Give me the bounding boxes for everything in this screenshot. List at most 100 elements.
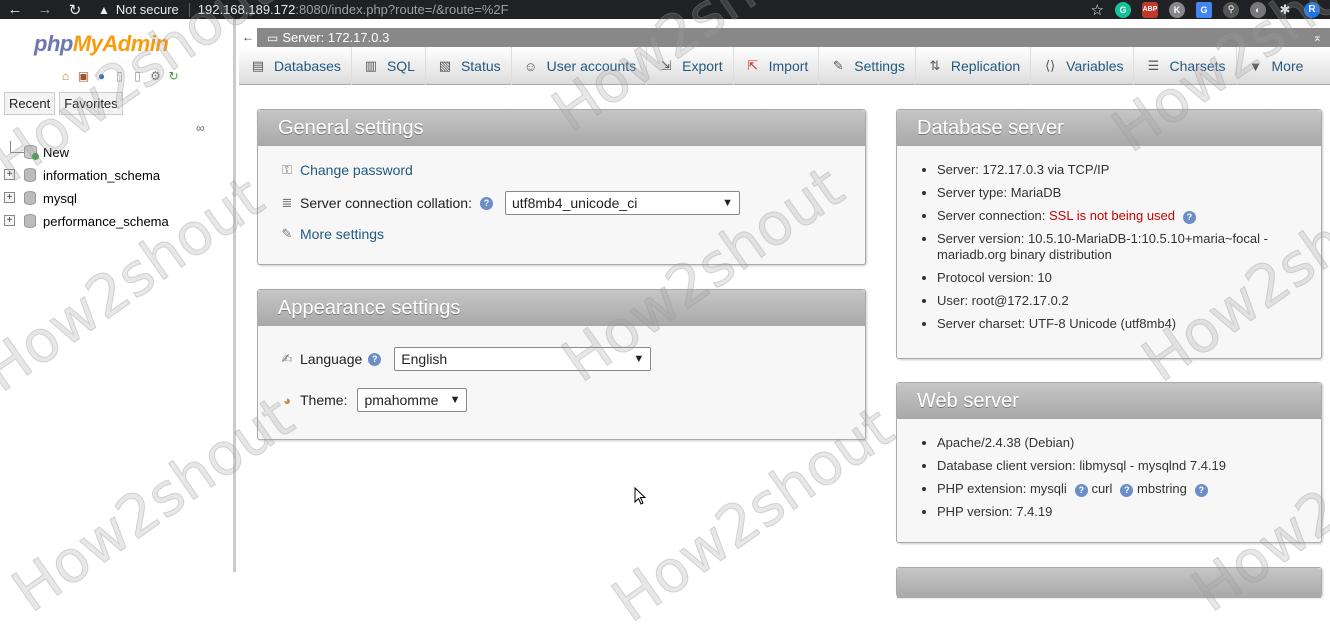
grammarly-icon[interactable]: G: [1115, 1, 1131, 18]
main-content: General settings ⚿ Change password ≣ Ser…: [239, 86, 1330, 598]
help-icon[interactable]: ?: [1183, 211, 1197, 224]
docs-icon[interactable]: ▯: [112, 68, 127, 83]
bookmark-star-icon[interactable]: ☆: [1091, 1, 1104, 19]
appearance-settings-panel: Appearance settings ✍ Language ? English…: [257, 289, 866, 440]
server-breadcrumb-bar: ← ▭ Server: 172.17.0.3 ⌅: [239, 28, 1330, 47]
help-icon[interactable]: ?: [480, 196, 493, 210]
tree-item-database[interactable]: + mysql: [4, 187, 169, 210]
back-arrow-icon[interactable]: ←: [0, 1, 30, 18]
language-row: ✍ Language ? English ▼: [280, 347, 652, 371]
users-icon: ☺: [524, 58, 538, 74]
puzzle-icon[interactable]: ✱: [1277, 2, 1293, 18]
tab-more[interactable]: ▼ More: [1237, 47, 1314, 85]
more-settings-link[interactable]: More settings: [300, 226, 384, 242]
docs-sql-icon[interactable]: ▯: [130, 68, 145, 83]
profile-avatar[interactable]: R: [1304, 1, 1320, 18]
import-icon: ⇱: [747, 58, 759, 73]
tab-sql[interactable]: ▥ SQL: [352, 47, 426, 85]
expand-icon[interactable]: +: [4, 192, 15, 203]
vpn-extension-icon[interactable]: ◐: [1250, 1, 1266, 18]
theme-select[interactable]: pmahomme ▼: [357, 388, 468, 412]
tab-export[interactable]: ⇲ Export: [647, 47, 734, 85]
collation-label: Server connection collation:: [300, 195, 472, 211]
panel-title: Web server: [897, 383, 1321, 419]
security-status[interactable]: Not secure: [116, 2, 179, 17]
charsets-icon: ☰: [1147, 58, 1160, 73]
language-select[interactable]: English ▼: [394, 347, 652, 371]
tab-charsets[interactable]: ☰ Charsets: [1134, 47, 1237, 85]
translate-icon[interactable]: G: [1196, 1, 1212, 18]
tree-item-label[interactable]: performance_schema: [43, 214, 169, 229]
help-icon[interactable]: ?: [1074, 484, 1088, 497]
chevron-down-icon: ▼: [722, 197, 733, 209]
home-icon[interactable]: ⌂: [58, 68, 73, 83]
collapse-arrow-icon[interactable]: ←: [239, 28, 257, 47]
new-database-icon: [24, 145, 39, 160]
variables-icon: ⟨⟩: [1045, 58, 1056, 73]
more-settings-row: ✎ More settings: [280, 226, 385, 242]
list-item: User: root@172.17.0.2: [937, 293, 1309, 309]
help-icon[interactable]: ?: [1194, 484, 1208, 497]
chevron-down-icon: ▼: [449, 394, 461, 406]
tree-line: [10, 141, 11, 152]
panel-title: Appearance settings: [258, 290, 865, 326]
tree-item-database[interactable]: + information_schema: [4, 164, 169, 187]
panel-title: [897, 568, 1321, 598]
expand-icon[interactable]: +: [4, 169, 15, 180]
tab-variables[interactable]: ⟨⟩ Variables: [1031, 47, 1135, 85]
navigation-panel: phpMyAdmin ⌂ ▣ ● ▯ ▯ ⚙ ↻ Recent Favorite…: [0, 19, 236, 572]
collation-select[interactable]: utf8mb4_unicode_ci ▼: [505, 191, 740, 215]
change-password-link[interactable]: Change password: [300, 162, 413, 178]
tab-user-accounts[interactable]: ☺ User accounts: [512, 47, 648, 85]
expand-icon[interactable]: +: [4, 215, 15, 226]
forward-arrow-icon[interactable]: →: [30, 1, 60, 18]
maximize-icon[interactable]: ⌅: [1313, 31, 1322, 44]
tree-item-label[interactable]: mysql: [43, 191, 77, 206]
server-breadcrumb[interactable]: Server: 172.17.0.3: [282, 30, 389, 45]
tree-item-database[interactable]: + performance_schema: [4, 210, 169, 233]
tab-recent[interactable]: Recent: [4, 92, 56, 115]
help-icon[interactable]: ?: [1120, 484, 1134, 497]
tree-line: [10, 152, 24, 153]
list-item: Server type: MariaDB: [937, 185, 1309, 201]
nav-icons: ⌂ ▣ ● ▯ ▯ ⚙ ↻: [58, 68, 181, 83]
key-icon: ⚿: [282, 162, 292, 177]
link-extension-icon[interactable]: ⚲: [1223, 1, 1239, 18]
tab-import[interactable]: ⇱ Import: [734, 47, 820, 85]
exit-icon[interactable]: ▣: [76, 68, 91, 83]
ssl-status: SSL is not being used: [1049, 208, 1176, 223]
recent-favorites-tabs: Recent Favorites: [4, 92, 123, 115]
palette-icon: ◕: [283, 392, 291, 408]
web-server-info: Apache/2.4.38 (Debian) Database client v…: [919, 435, 1309, 527]
tab-databases[interactable]: ▤ Databases: [239, 47, 352, 85]
url-host[interactable]: 192.168.189.172: [198, 2, 296, 17]
tab-status[interactable]: ▧ Status: [426, 47, 512, 85]
tab-favorites[interactable]: Favorites: [59, 92, 123, 115]
k-extension-icon[interactable]: K: [1169, 1, 1185, 18]
theme-row: ◕ Theme: pmahomme ▼: [280, 388, 468, 412]
export-icon: ⇲: [660, 58, 672, 73]
tab-replication[interactable]: ⇅ Replication: [916, 47, 1032, 85]
tab-settings[interactable]: ✎ Settings: [819, 47, 916, 85]
database-server-panel: Database server Server: 172.17.0.3 via T…: [896, 109, 1322, 359]
panel-title: General settings: [258, 110, 865, 146]
warning-icon[interactable]: ▲: [98, 3, 110, 17]
phpmyadmin-logo[interactable]: phpMyAdmin: [34, 31, 169, 57]
help-icon[interactable]: ●: [94, 68, 109, 83]
language-icon: ✍: [281, 351, 293, 366]
reload-nav-icon[interactable]: ↻: [166, 68, 181, 83]
gear-icon[interactable]: ⚙: [148, 68, 163, 83]
language-label: Language: [300, 351, 363, 367]
adblock-icon[interactable]: ABP: [1142, 1, 1158, 18]
caret-down-icon: ▼: [1249, 58, 1262, 74]
tree-item-label[interactable]: New: [43, 145, 69, 160]
url-path[interactable]: :8080/index.php?route=/&route=%2F: [295, 2, 508, 17]
extensions-area: ☆ G ABP K G ⚲ ◐ ✱ R: [1091, 1, 1330, 19]
tree-item-label[interactable]: information_schema: [43, 168, 160, 183]
tree-item-new[interactable]: New: [4, 141, 169, 164]
list-item: Protocol version: 10: [937, 270, 1309, 286]
link-with-main-panel-icon[interactable]: ∞: [196, 121, 205, 135]
reload-icon[interactable]: ↻: [60, 1, 90, 19]
list-item: Server version: 10.5.10-MariaDB-1:10.5.1…: [937, 231, 1309, 263]
help-icon[interactable]: ?: [368, 352, 382, 366]
